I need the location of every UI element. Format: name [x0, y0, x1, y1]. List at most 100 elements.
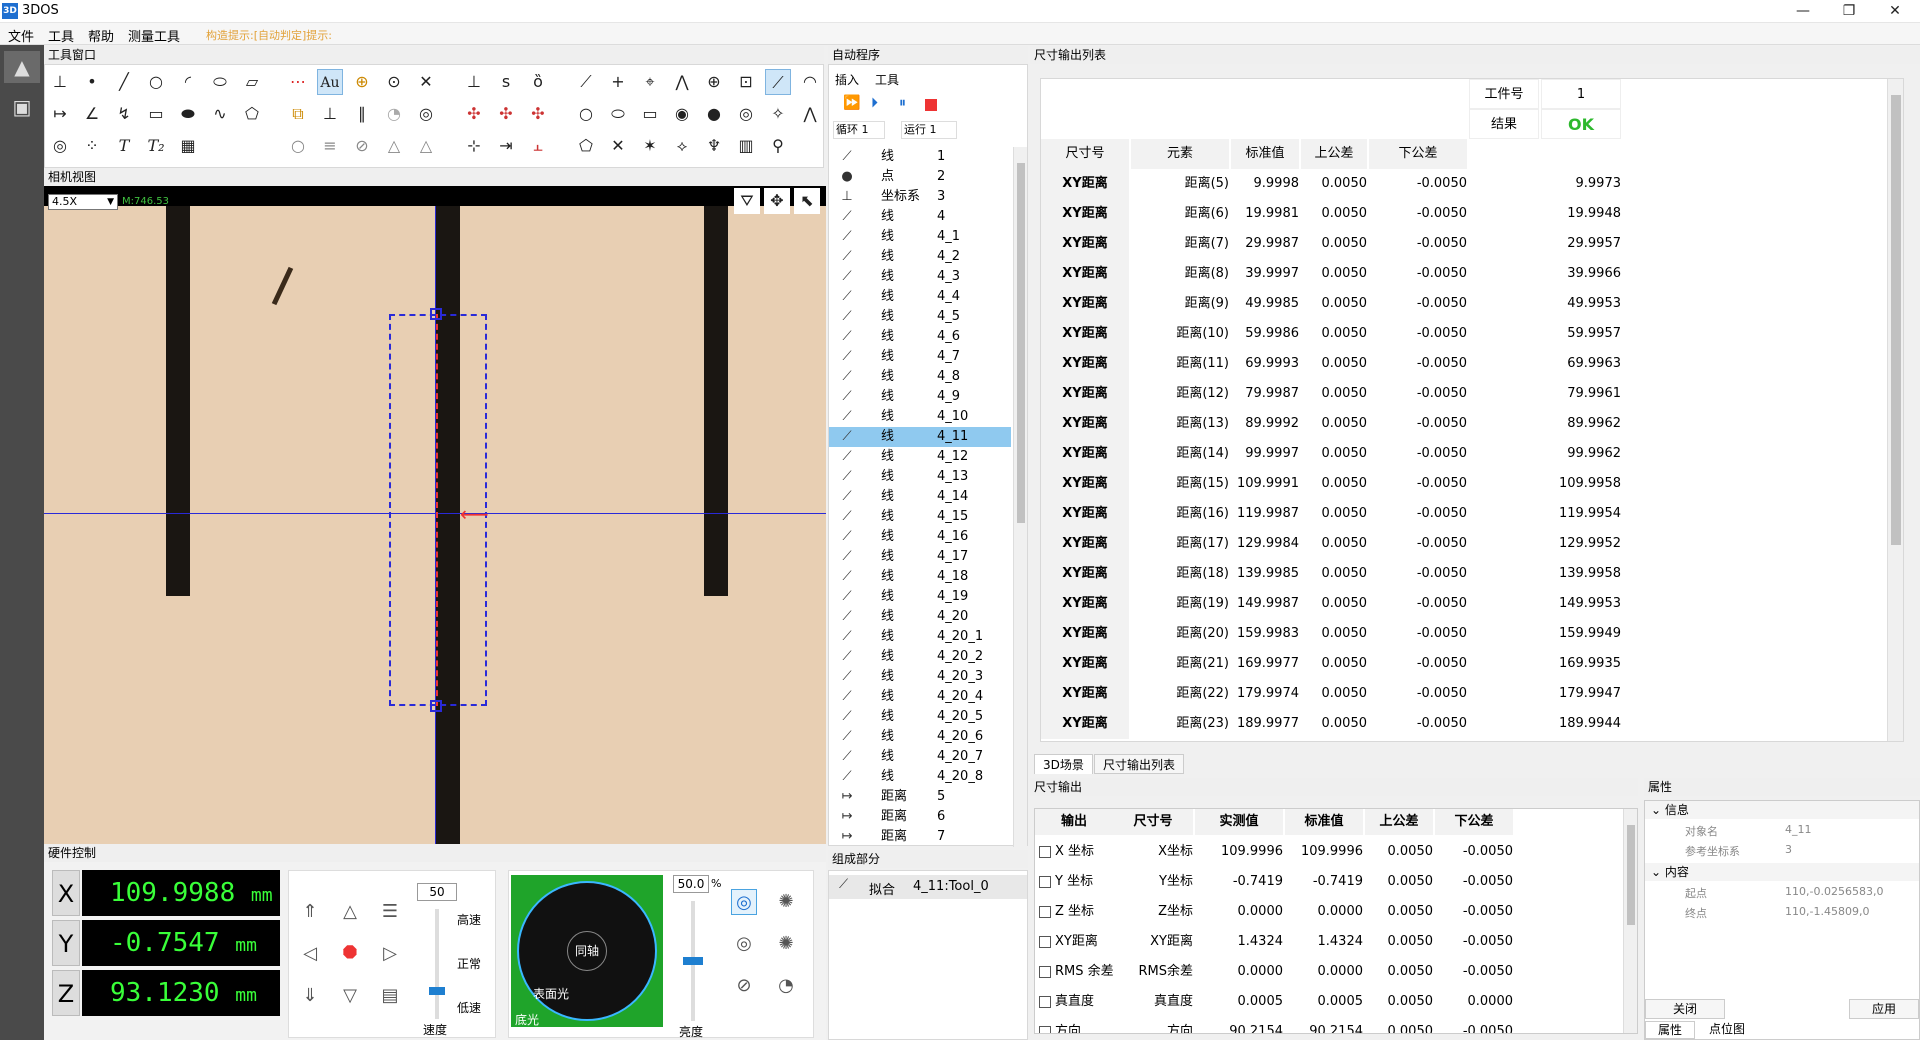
ellipse-outline-icon[interactable]: ⬭	[605, 101, 631, 127]
props-group-info[interactable]: ⌄ 信息	[1645, 801, 1919, 819]
crosshair-tool-icon[interactable]: ⊕	[349, 69, 375, 95]
checkbox[interactable]	[1039, 845, 1051, 858]
stand-icon[interactable]: ♆	[701, 133, 727, 159]
tangent-icon[interactable]: ◔	[381, 101, 407, 127]
column-header[interactable]: 实测值	[1195, 809, 1283, 835]
perp-align-icon[interactable]: ⊥	[461, 69, 487, 95]
program-row[interactable]: ⟋ 线 4_8	[829, 367, 1011, 387]
program-row[interactable]: ↦ 距离 5	[829, 787, 1011, 807]
circle-outline-icon[interactable]: ○	[573, 101, 599, 127]
program-menu-tools[interactable]: 工具	[875, 71, 899, 88]
point-cloud-icon[interactable]: ⁘	[79, 133, 105, 159]
no-light-icon[interactable]: ⊘	[731, 973, 757, 999]
text-sub-icon[interactable]: T₂	[143, 133, 169, 159]
program-row[interactable]: ⟋ 线 4_9	[829, 387, 1011, 407]
checkbox[interactable]	[1039, 875, 1051, 888]
surface-light-label[interactable]: 表面光	[533, 985, 569, 1002]
minimize-icon[interactable]: —	[1780, 0, 1826, 22]
cross-tool-icon[interactable]: ✕	[413, 69, 439, 95]
perpendicular-icon[interactable]: ⊥	[317, 101, 343, 127]
program-row[interactable]: ⟋ 线 4_14	[829, 487, 1011, 507]
roi-handle[interactable]	[430, 700, 442, 712]
program-row[interactable]: ● 点 2	[829, 167, 1011, 187]
left-arrow-icon[interactable]: ◁	[297, 941, 323, 967]
report-icon[interactable]: ▣	[4, 91, 40, 123]
point-tool-icon[interactable]: •	[79, 69, 105, 95]
pin-icon[interactable]: ⚲	[765, 133, 791, 159]
scroll-thumb[interactable]	[1017, 163, 1025, 523]
tab-3d-scene[interactable]: 3D场景	[1034, 754, 1093, 774]
column-header[interactable]: 上公差	[1365, 809, 1433, 835]
rect-target-icon[interactable]: ⊡	[733, 69, 759, 95]
triangle-gray-icon[interactable]: △	[381, 133, 407, 159]
column-header[interactable]: 尺寸号	[1113, 809, 1193, 835]
target-tool-icon[interactable]: ⌖	[637, 69, 663, 95]
x-cross-icon[interactable]: ✕	[605, 133, 631, 159]
camera-image[interactable]: ⟵	[44, 206, 826, 844]
table-cell[interactable]: Y 坐标	[1035, 867, 1113, 897]
program-row[interactable]: ⟋ 线 4_20_4	[829, 687, 1011, 707]
table-cell[interactable]: X 坐标	[1035, 837, 1113, 867]
program-row[interactable]: ⟋ 线 4_20_8	[829, 767, 1011, 787]
program-row[interactable]: ⊥ 坐标系 3	[829, 187, 1011, 207]
export-icon[interactable]: ⇥	[493, 133, 519, 159]
align-o-icon[interactable]: ȍ	[525, 69, 551, 95]
table-cell[interactable]: 方向	[1035, 1017, 1113, 1033]
menu-file[interactable]: 文件	[8, 26, 34, 45]
text-tool-icon[interactable]: T	[111, 133, 137, 159]
menu-tools[interactable]: 工具	[48, 26, 74, 45]
speed-slider[interactable]	[435, 909, 439, 1019]
program-row[interactable]: ⟋ 线 4_20_2	[829, 647, 1011, 667]
plus-tool-icon[interactable]: +	[605, 69, 631, 95]
z-up-icon[interactable]: ⇑	[297, 899, 323, 925]
checkbox[interactable]	[1039, 905, 1051, 918]
program-row[interactable]: ⟋ 线 4_3	[829, 267, 1011, 287]
auto-tool-icon[interactable]: Au	[317, 69, 343, 95]
menu-help[interactable]: 帮助	[88, 26, 114, 45]
program-menu-insert[interactable]: 插入	[835, 71, 859, 88]
program-row[interactable]: ⟋ 线 4_2	[829, 247, 1011, 267]
program-row[interactable]: ↦ 距离 7	[829, 827, 1011, 847]
pause-icon[interactable]: ⏸	[899, 95, 906, 111]
circle-tool-icon[interactable]: ○	[143, 69, 169, 95]
peak-tool-icon[interactable]: ⋀	[797, 101, 823, 127]
concentric-icon[interactable]: ◎	[413, 101, 439, 127]
run-all-icon[interactable]: ⏩	[843, 95, 860, 111]
program-row[interactable]: ⟋ 线 4_1	[829, 227, 1011, 247]
slot-tool-icon[interactable]: ⬬	[175, 101, 201, 127]
ring-icon[interactable]: ◉	[669, 101, 695, 127]
camera-view[interactable]: ⟵ 4.5X ▼ M:746.53 ⛛ ✥ ⬉	[44, 186, 826, 846]
axes-icon[interactable]: ⊹	[461, 133, 487, 159]
up-arrow-icon[interactable]: △	[337, 899, 363, 925]
parallelogram-tool-icon[interactable]: ▱	[239, 69, 265, 95]
tab-point-map[interactable]: 点位图	[1697, 1021, 1757, 1039]
run-field[interactable]: 运行 1	[901, 121, 957, 139]
segment-light-icon[interactable]: ✺	[773, 889, 799, 915]
quadrant-light-icon[interactable]: ◔	[773, 973, 799, 999]
brightness-slider-handle[interactable]	[683, 957, 703, 965]
ref-cs-value[interactable]: 3	[1785, 843, 1792, 856]
curve-tool-icon[interactable]: ∿	[207, 101, 233, 127]
program-row[interactable]: ⟋ 线 4_5	[829, 307, 1011, 327]
double-ring-light-icon[interactable]: ◎	[731, 931, 757, 957]
angle-measure-icon[interactable]: ∠	[79, 101, 105, 127]
program-row[interactable]: ⟋ 线 4_17	[829, 547, 1011, 567]
equal-icon[interactable]: ≡	[317, 133, 343, 159]
dotted-line-icon[interactable]: ⋯	[285, 69, 311, 95]
scroll-thumb[interactable]	[1627, 825, 1635, 925]
select-tool-icon[interactable]: ⬉	[794, 188, 820, 214]
light-tool-icon[interactable]: ⛛	[734, 188, 760, 214]
restore-icon[interactable]: ❐	[1826, 0, 1872, 22]
program-row[interactable]: ⟋ 线 4_20_3	[829, 667, 1011, 687]
program-row[interactable]: ⟋ 线 4_16	[829, 527, 1011, 547]
fit-line-icon[interactable]: ⟋	[765, 69, 791, 95]
slash-circle-icon[interactable]: ⊘	[349, 133, 375, 159]
coordinate-tool-icon[interactable]: ⊥	[47, 69, 73, 95]
brightness-input[interactable]: 50.0	[673, 875, 709, 893]
move-y-icon[interactable]: ✣	[493, 101, 519, 127]
arc-tool-icon[interactable]: ◜	[175, 69, 201, 95]
sparkle-cross-icon[interactable]: ✶	[637, 133, 663, 159]
step-icon[interactable]: ⏵	[871, 95, 878, 111]
end-value[interactable]: 110,-1.45809,0	[1785, 905, 1869, 918]
concentric-circles-icon[interactable]: ◎	[47, 133, 73, 159]
